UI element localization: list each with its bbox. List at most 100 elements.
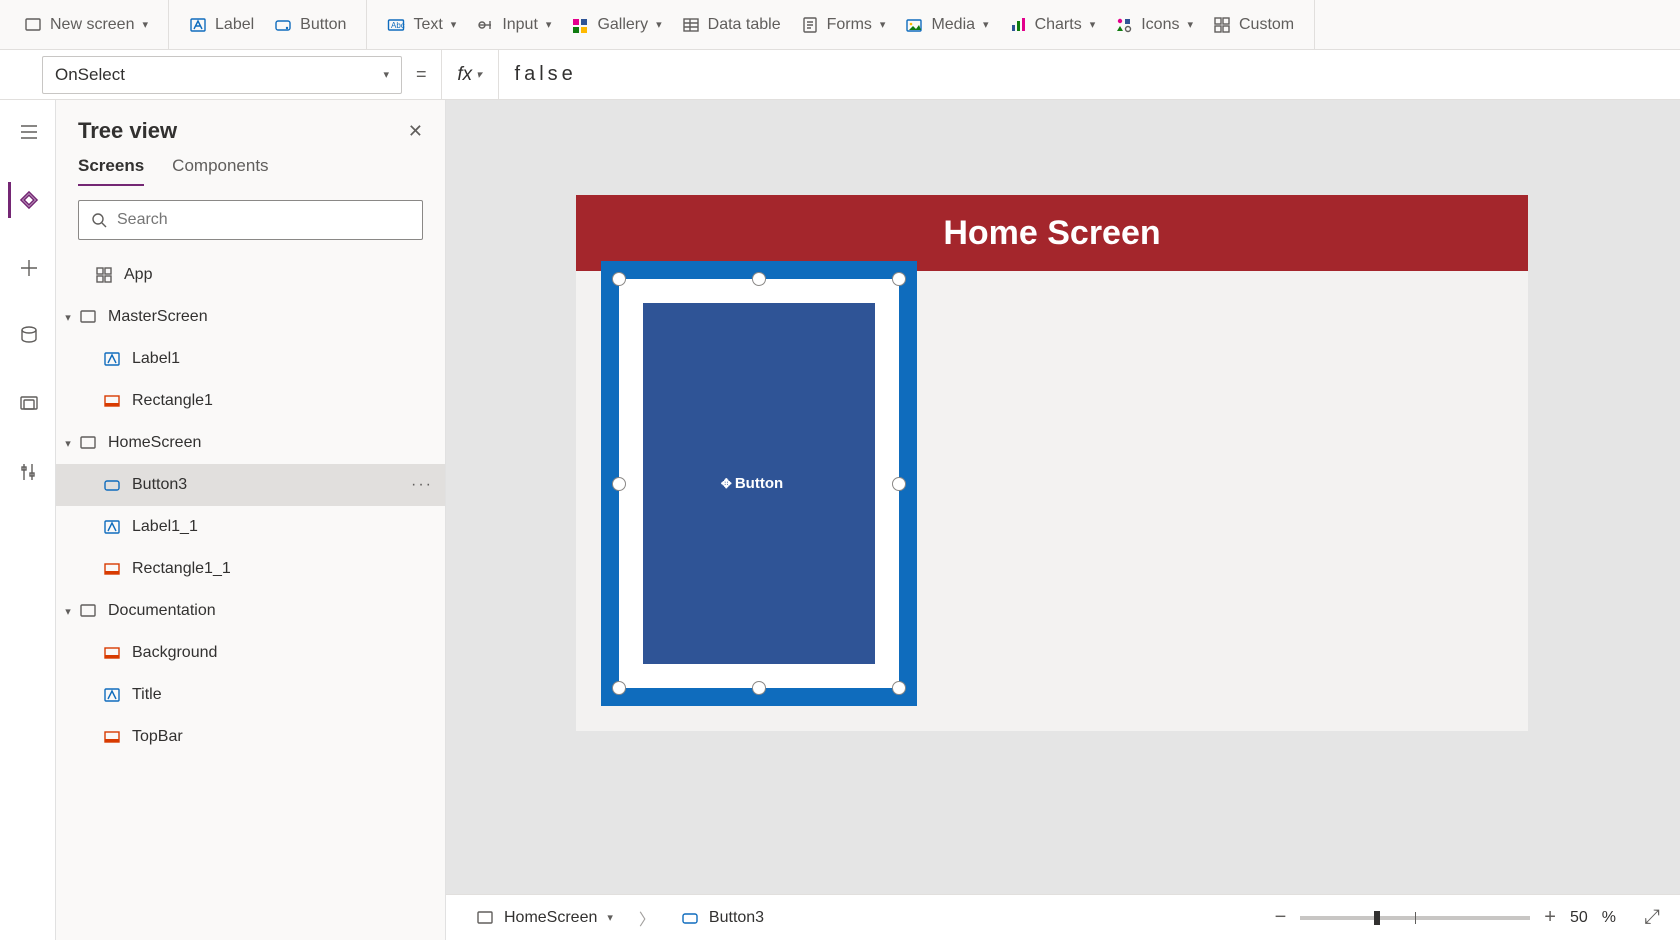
rail-hamburger-button[interactable] (8, 114, 48, 150)
rail-data-button[interactable] (8, 318, 48, 354)
artboard-homescreen[interactable]: Home Screen ✥ Button (576, 195, 1528, 731)
breadcrumb-separator-icon: 〉 (631, 906, 663, 930)
rail-advanced-button[interactable] (8, 454, 48, 490)
resize-handle-n[interactable] (752, 272, 766, 286)
tree-node-button3[interactable]: Button3 ··· (56, 464, 445, 506)
zoom-slider[interactable] (1300, 916, 1530, 920)
resize-handle-se[interactable] (892, 681, 906, 695)
tree-node-topbar[interactable]: TopBar (56, 716, 445, 758)
rectangle-icon (102, 559, 122, 579)
tree-node-label: Rectangle1 (132, 392, 213, 410)
tree-node-documentation[interactable]: ▾ Documentation (56, 590, 445, 632)
tree-node-masterscreen[interactable]: ▾ MasterScreen (56, 296, 445, 338)
tab-components[interactable]: Components (172, 156, 268, 186)
insert-media-menu[interactable]: Media ▾ (895, 0, 998, 49)
charts-icon (1009, 16, 1027, 34)
screen-banner-title: Home Screen (943, 214, 1160, 253)
tree-search-box[interactable] (78, 200, 423, 240)
insert-label-button[interactable]: Label (179, 0, 264, 49)
rail-insert-button[interactable] (8, 250, 48, 286)
breadcrumb-screen-label: HomeScreen (504, 909, 597, 927)
resize-handle-w[interactable] (612, 477, 626, 491)
insert-text-menu[interactable]: Abc Text ▾ (377, 0, 466, 49)
formula-input[interactable]: false (499, 50, 1680, 99)
tree-node-label: Label1 (132, 350, 180, 368)
rail-treeview-button[interactable] (8, 182, 48, 218)
insert-text-label: Text (413, 16, 442, 34)
fit-to-screen-button[interactable]: ⤢ (1644, 906, 1660, 929)
canvas-button3[interactable]: ✥ Button (643, 303, 875, 664)
breadcrumb-screen[interactable]: HomeScreen ▾ (466, 909, 623, 927)
tree-node-title[interactable]: Title (56, 674, 445, 716)
zoom-slider-thumb[interactable] (1374, 911, 1380, 925)
chevron-down-icon[interactable]: ▾ (62, 437, 74, 450)
screen-icon (78, 433, 98, 453)
insert-input-label: Input (502, 16, 538, 34)
insert-button-button[interactable]: Button (264, 0, 356, 49)
tree-node-homescreen[interactable]: ▾ HomeScreen (56, 422, 445, 464)
screen-icon (476, 909, 494, 927)
insert-icons-menu[interactable]: Icons ▾ (1105, 0, 1203, 49)
rail-media-button[interactable] (8, 386, 48, 422)
tree-node-label: Background (132, 644, 217, 662)
insert-datatable-button[interactable]: Data table (672, 0, 791, 49)
zoom-unit: % (1602, 909, 1616, 927)
new-screen-menu[interactable]: New screen ▾ (14, 0, 158, 49)
equals-sign: = (416, 64, 427, 85)
insert-datatable-label: Data table (708, 16, 781, 34)
tab-screens[interactable]: Screens (78, 156, 144, 186)
canvas-area[interactable]: Home Screen ✥ Button (446, 100, 1680, 940)
tree-view-panel: Tree view ✕ Screens Components App ▾ (56, 100, 446, 940)
custom-icon (1213, 16, 1231, 34)
resize-handle-ne[interactable] (892, 272, 906, 286)
property-selector[interactable]: OnSelect ▾ (42, 56, 402, 94)
tree-node-label: Documentation (108, 602, 216, 620)
tree-node-label: TopBar (132, 728, 183, 746)
tree-node-rectangle1-1[interactable]: Rectangle1_1 (56, 548, 445, 590)
button-icon (274, 16, 292, 34)
resize-handle-e[interactable] (892, 477, 906, 491)
insert-charts-label: Charts (1035, 16, 1082, 34)
screen-icon (78, 601, 98, 621)
screen-icon (24, 16, 42, 34)
fx-icon: fx (457, 64, 472, 86)
selection-outline[interactable]: ✥ Button (601, 261, 917, 706)
resize-handle-s[interactable] (752, 681, 766, 695)
zoom-value: 50 (1570, 909, 1588, 927)
insert-label-text: Label (215, 16, 254, 34)
label-icon (102, 685, 122, 705)
tree-node-rectangle1[interactable]: Rectangle1 (56, 380, 445, 422)
tree-node-app[interactable]: App (56, 254, 445, 296)
icons-icon (1115, 16, 1133, 34)
resize-handle-sw[interactable] (612, 681, 626, 695)
zoom-out-button[interactable]: − (1275, 906, 1287, 929)
new-screen-label: New screen (50, 16, 134, 34)
tree-node-label1[interactable]: Label1 (56, 338, 445, 380)
chevron-down-icon[interactable]: ▾ (62, 605, 74, 618)
insert-icons-label: Icons (1141, 16, 1179, 34)
insert-forms-label: Forms (827, 16, 872, 34)
insert-gallery-menu[interactable]: Gallery ▾ (561, 0, 671, 49)
insert-input-menu[interactable]: Input ▾ (466, 0, 561, 49)
text-icon: Abc (387, 16, 405, 34)
resize-handle-nw[interactable] (612, 272, 626, 286)
tree-node-label: MasterScreen (108, 308, 208, 326)
breadcrumb-control[interactable]: Button3 (671, 909, 774, 927)
chevron-down-icon[interactable]: ▾ (62, 311, 74, 324)
chevron-down-icon: ▾ (383, 68, 389, 81)
media-icon (905, 16, 923, 34)
insert-charts-menu[interactable]: Charts ▾ (999, 0, 1106, 49)
fx-expand-button[interactable]: fx ▾ (441, 50, 499, 100)
insert-forms-menu[interactable]: Forms ▾ (791, 0, 896, 49)
more-icon[interactable]: ··· (411, 476, 433, 494)
tree-node-label1-1[interactable]: Label1_1 (56, 506, 445, 548)
close-icon[interactable]: ✕ (408, 121, 423, 142)
chevron-down-icon: ▾ (476, 68, 482, 81)
tree-node-background[interactable]: Background (56, 632, 445, 674)
zoom-in-button[interactable]: + (1544, 906, 1556, 929)
insert-custom-button[interactable]: Custom (1203, 0, 1304, 49)
svg-text:Abc: Abc (391, 21, 405, 30)
selection-padding: ✥ Button (619, 279, 899, 688)
label-icon (102, 349, 122, 369)
tree-search-input[interactable] (117, 211, 410, 229)
